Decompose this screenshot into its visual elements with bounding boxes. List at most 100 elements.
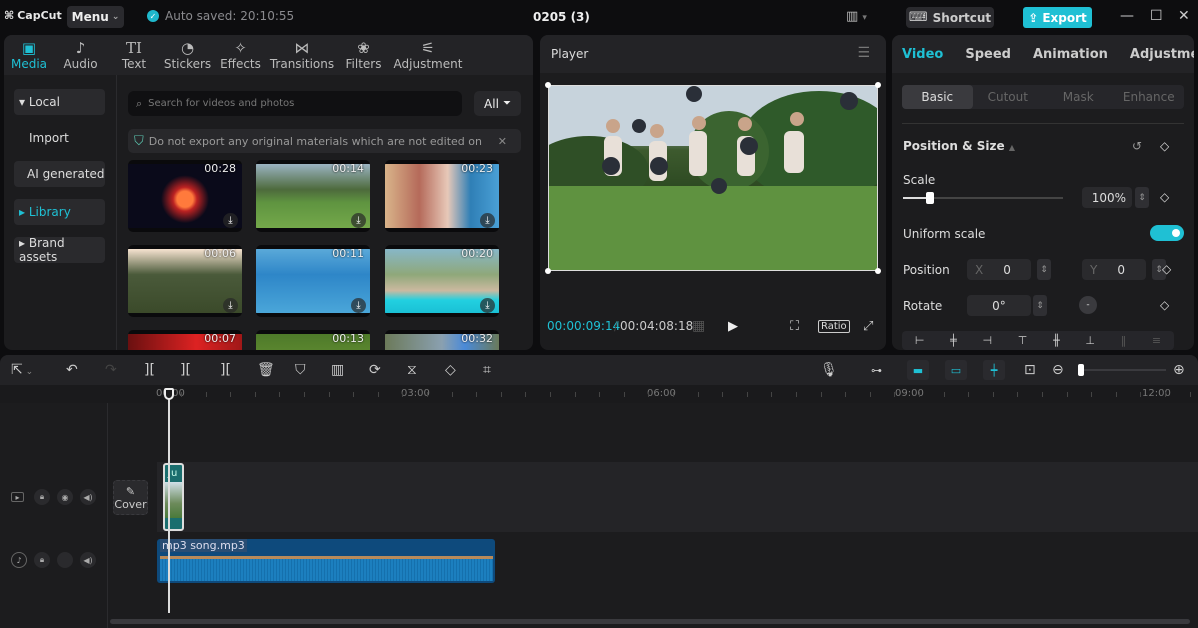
split-icon[interactable]: ][ bbox=[144, 362, 155, 378]
marker-icon[interactable]: ⛉ bbox=[295, 362, 306, 378]
tab-video[interactable]: Video bbox=[892, 47, 953, 62]
sidebar-item-import[interactable]: Import bbox=[14, 125, 105, 151]
align-middle-v-icon[interactable]: ╫ bbox=[1053, 334, 1060, 347]
distribute-h-icon[interactable]: ‖ bbox=[1121, 334, 1127, 347]
subtab-mask[interactable]: Mask bbox=[1043, 85, 1114, 109]
download-icon[interactable]: ⤓ bbox=[351, 298, 366, 313]
timeline-ruler[interactable]: 00:00 03:00 06:00 09:00 12:00 bbox=[0, 385, 1198, 403]
align-center-h-icon[interactable]: ╪ bbox=[950, 334, 957, 347]
tab-filters[interactable]: ❀ Filters bbox=[337, 35, 390, 75]
tab-effects[interactable]: ✧ Effects bbox=[214, 35, 267, 75]
volume-icon[interactable]: ◀) bbox=[80, 552, 96, 568]
close-icon[interactable]: ✕ bbox=[1178, 8, 1190, 24]
resize-handle[interactable] bbox=[875, 82, 881, 88]
position-x-input[interactable]: X0 bbox=[967, 259, 1031, 280]
playhead[interactable] bbox=[164, 388, 174, 613]
download-icon[interactable]: ⤓ bbox=[480, 298, 495, 313]
section-title[interactable]: Position & Size ▲ bbox=[903, 139, 1015, 153]
scale-stepper[interactable]: ⇕ bbox=[1135, 187, 1149, 208]
resize-handle[interactable] bbox=[545, 268, 551, 274]
redo-icon[interactable]: ↷ bbox=[105, 362, 117, 378]
scale-slider[interactable] bbox=[903, 192, 1063, 204]
media-thumbnail[interactable]: 00:11 ⤓ bbox=[256, 245, 370, 317]
eye-icon[interactable]: ◉ bbox=[57, 489, 73, 505]
align-right-icon[interactable]: ⊣ bbox=[982, 334, 992, 347]
sidebar-item-library[interactable]: ▸ Library bbox=[14, 199, 105, 225]
scale-input[interactable]: 100% bbox=[1082, 187, 1132, 208]
media-thumbnail[interactable]: 00:14 ⤓ bbox=[256, 160, 370, 232]
shortcut-button[interactable]: ⌨ Shortcut bbox=[906, 7, 994, 28]
position-x-stepper[interactable]: ⇕ bbox=[1037, 259, 1051, 280]
position-y-input[interactable]: Y0 bbox=[1082, 259, 1146, 280]
zoom-slider-handle[interactable] bbox=[1078, 364, 1084, 376]
media-thumbnail[interactable]: 00:23 ⤓ bbox=[385, 160, 499, 232]
rotate-icon[interactable]: ◇ bbox=[445, 362, 456, 378]
align-top-icon[interactable]: ⊤ bbox=[1018, 334, 1028, 347]
rotate-stepper[interactable]: ⇕ bbox=[1033, 295, 1047, 316]
keyframe-icon[interactable]: ◇ bbox=[1162, 262, 1171, 276]
search-input[interactable]: ⌕ Search for videos and photos bbox=[128, 91, 462, 116]
volume-icon[interactable]: ◀) bbox=[80, 489, 96, 505]
tab-speed[interactable]: Speed bbox=[953, 47, 1021, 62]
lock-icon[interactable]: 🔒︎ bbox=[34, 489, 50, 505]
download-icon[interactable]: ⤓ bbox=[480, 213, 495, 228]
tab-transitions[interactable]: ⋈ Transitions bbox=[267, 35, 337, 75]
minimize-icon[interactable]: — bbox=[1120, 8, 1134, 24]
tab-animation[interactable]: Animation bbox=[1021, 47, 1118, 62]
lock-icon[interactable]: 🔒︎ bbox=[34, 552, 50, 568]
zoom-in-icon[interactable]: ⊕ bbox=[1173, 362, 1185, 378]
media-thumbnail[interactable]: 00:28 ⤓ bbox=[128, 160, 242, 232]
tab-media[interactable]: ▣ Media bbox=[4, 35, 54, 75]
keyframe-icon[interactable]: ◇ bbox=[1160, 139, 1169, 153]
zoom-to-fit-icon[interactable]: ⊡ bbox=[1024, 362, 1036, 378]
tab-adjustment[interactable]: ⚟ Adjustment bbox=[390, 35, 466, 75]
fullscreen-icon[interactable]: ⤢ bbox=[863, 319, 873, 334]
preview-axis-icon[interactable]: ┿ bbox=[983, 360, 1005, 380]
select-tool-icon[interactable]: ⇱ ⌄ bbox=[11, 362, 33, 378]
project-title[interactable]: 0205 (3) bbox=[533, 10, 590, 24]
video-clip[interactable]: Ju bbox=[163, 463, 184, 531]
media-thumbnail[interactable]: 00:07 bbox=[128, 330, 242, 350]
freeze-frame-icon[interactable]: ▥ bbox=[331, 362, 344, 378]
crop-icon[interactable]: ⌗ bbox=[483, 362, 491, 378]
cover-button[interactable]: ✎ Cover bbox=[113, 480, 148, 515]
zoom-fit-icon[interactable]: ⛶ bbox=[790, 319, 799, 334]
hamburger-menu-icon[interactable]: ☰ bbox=[857, 45, 870, 61]
maximize-icon[interactable]: ☐ bbox=[1150, 8, 1163, 24]
subtab-basic[interactable]: Basic bbox=[902, 85, 973, 109]
reset-icon[interactable]: ↺ bbox=[1132, 139, 1142, 153]
video-track[interactable] bbox=[157, 462, 1198, 532]
sidebar-item-local[interactable]: ▾ Local bbox=[14, 89, 105, 115]
reverse-icon[interactable]: ⟳ bbox=[369, 362, 381, 378]
split-right-icon[interactable]: ][ bbox=[220, 362, 231, 378]
distribute-v-icon[interactable]: ≡ bbox=[1152, 334, 1161, 347]
mirror-icon[interactable]: ⧖ bbox=[407, 362, 417, 378]
media-thumbnail[interactable]: 00:06 ⤓ bbox=[128, 245, 242, 317]
resize-handle[interactable] bbox=[875, 268, 881, 274]
play-icon[interactable]: ▶ bbox=[728, 319, 738, 334]
horizontal-scrollbar[interactable] bbox=[110, 619, 1190, 624]
video-preview[interactable] bbox=[548, 85, 878, 271]
microphone-icon[interactable]: 🎙 bbox=[820, 362, 838, 378]
close-notice-icon[interactable]: ✕ bbox=[498, 135, 507, 148]
media-thumbnail[interactable]: 00:20 ⤓ bbox=[385, 245, 499, 317]
align-bottom-icon[interactable]: ⊥ bbox=[1085, 334, 1095, 347]
uniform-scale-toggle[interactable] bbox=[1150, 225, 1184, 241]
zoom-out-icon[interactable]: ⊖ bbox=[1052, 362, 1064, 378]
layout-icon[interactable]: ▥ ▾ bbox=[846, 9, 867, 24]
tab-text[interactable]: TI Text bbox=[107, 35, 161, 75]
timeline-view-icon[interactable]: ▦ bbox=[692, 318, 705, 334]
resize-handle[interactable] bbox=[545, 82, 551, 88]
filter-button[interactable]: All ⏷ bbox=[474, 91, 521, 116]
undo-icon[interactable]: ↶ bbox=[66, 362, 78, 378]
download-icon[interactable]: ⤓ bbox=[223, 298, 238, 313]
playhead-handle[interactable] bbox=[164, 388, 174, 400]
tab-adjustment[interactable]: Adjustment bbox=[1118, 47, 1194, 62]
rotate-dial[interactable]: - bbox=[1079, 296, 1097, 314]
scale-slider-handle[interactable] bbox=[926, 192, 935, 204]
export-button[interactable]: ⇪ Export bbox=[1023, 7, 1092, 28]
tab-audio[interactable]: ♪ Audio bbox=[54, 35, 107, 75]
media-thumbnail[interactable]: 00:13 bbox=[256, 330, 370, 350]
sidebar-item-ai-generated[interactable]: AI generated bbox=[14, 161, 105, 187]
split-left-icon[interactable]: ][ bbox=[180, 362, 191, 378]
